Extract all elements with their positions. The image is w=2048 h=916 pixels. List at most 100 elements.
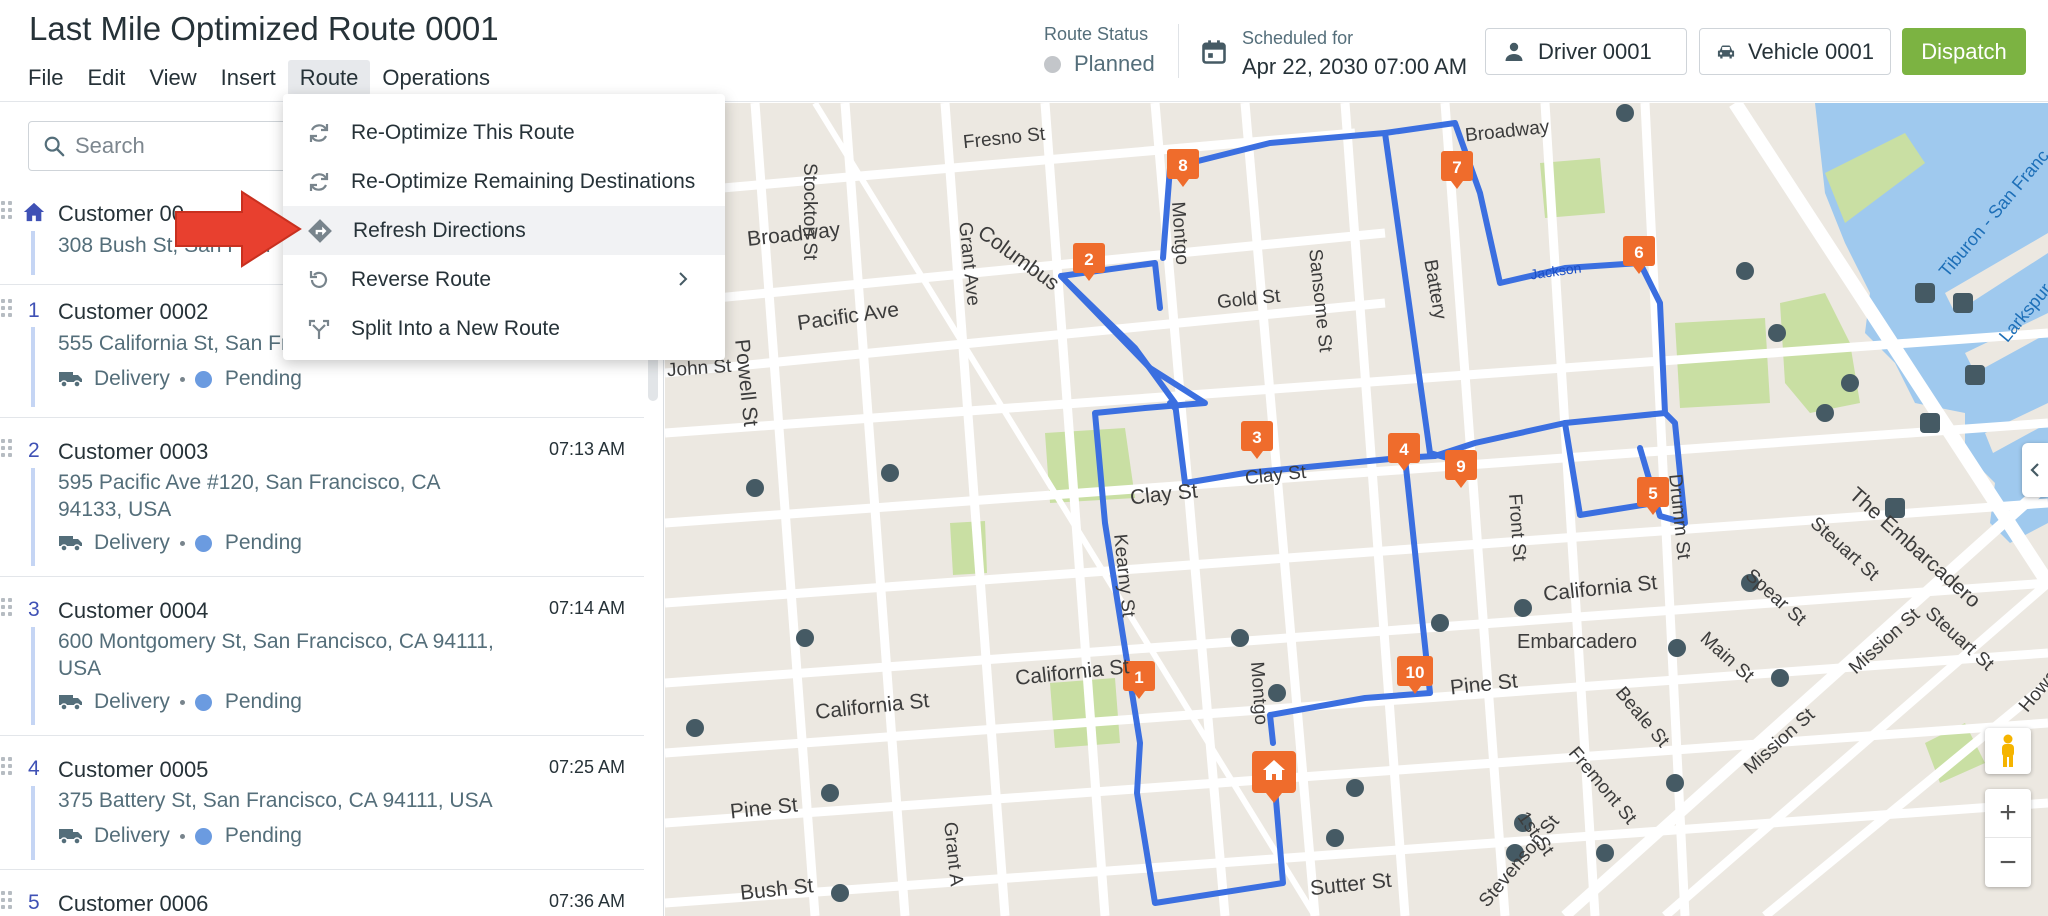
menu-insert[interactable]: Insert xyxy=(209,60,288,96)
svg-text:6: 6 xyxy=(1634,243,1643,262)
eta-time: 07:13 AM xyxy=(548,439,625,459)
customer-name: Customer 0004 xyxy=(58,598,209,623)
scheduled-label: Scheduled for xyxy=(1242,28,1354,48)
menu-item-reoptimize-route[interactable]: Re-Optimize This Route xyxy=(283,108,725,157)
stop-marker-7: 7 xyxy=(1441,151,1473,189)
driver-button[interactable]: Driver 0001 xyxy=(1485,28,1687,75)
customer-name: Customer 0002 xyxy=(58,299,209,324)
vehicle-label: Vehicle 0001 xyxy=(1748,38,1874,64)
dispatch-button[interactable]: Dispatch xyxy=(1902,28,2026,75)
chevron-left-icon xyxy=(2030,463,2039,477)
scheduled-value: Apr 22, 2030 07:00 AM xyxy=(1242,54,1468,79)
separator-dot xyxy=(179,699,185,705)
stop-marker-3: 3 xyxy=(1241,421,1273,459)
pending-status-icon xyxy=(194,693,212,711)
drag-handle-icon[interactable] xyxy=(1,891,15,911)
header-divider xyxy=(1178,24,1179,78)
route-status-value: Planned xyxy=(1044,51,1155,77)
pending-status-icon xyxy=(194,534,212,552)
route-status-text: Planned xyxy=(1074,51,1155,76)
street-label: Embarcadero xyxy=(1517,631,1638,653)
route-menu-dropdown: Re-Optimize This Route Re-Optimize Remai… xyxy=(283,94,725,360)
stop-meta: Delivery Pending xyxy=(58,824,302,848)
list-item[interactable]: 3 Customer 0004 07:14 AM 600 Montgomery … xyxy=(0,577,644,736)
vehicle-button[interactable]: Vehicle 0001 xyxy=(1699,28,1891,75)
menu-bar: File Edit View Insert Route Operations xyxy=(16,60,502,96)
app-header: Last Mile Optimized Route 0001 File Edit… xyxy=(0,0,2048,102)
route-status-label: Route Status xyxy=(1044,24,1149,44)
pegman-icon xyxy=(2002,734,2014,767)
map-canvas[interactable]: 1 2 3 4 5 6 7 8 9 10 xyxy=(665,103,2048,916)
drag-handle-icon[interactable] xyxy=(1,439,15,459)
sequence-number: 5 xyxy=(28,891,40,914)
menu-edit[interactable]: Edit xyxy=(75,60,137,96)
chevron-right-icon xyxy=(679,272,688,286)
customer-name: Customer 0006 xyxy=(58,891,209,916)
sequence-line xyxy=(31,468,35,566)
sequence-line xyxy=(31,327,35,407)
person-icon xyxy=(1505,42,1523,61)
menu-item-label: Split Into a New Route xyxy=(351,316,560,340)
driver-label: Driver 0001 xyxy=(1538,38,1652,64)
customer-name: Customer 0005 xyxy=(58,757,209,782)
svg-text:10: 10 xyxy=(1406,663,1425,682)
svg-text:2: 2 xyxy=(1084,250,1093,269)
list-item[interactable]: 4 Customer 0005 07:25 AM 375 Battery St,… xyxy=(0,736,644,870)
zoom-in-button[interactable]: + xyxy=(1985,789,2031,838)
home-icon xyxy=(23,202,45,222)
route-status: Route Status Planned xyxy=(1044,24,1155,77)
street-label: Front St xyxy=(1504,493,1530,562)
menu-item-label: Re-Optimize Remaining Destinations xyxy=(351,169,696,193)
search-field[interactable] xyxy=(28,121,298,171)
menu-file[interactable]: File xyxy=(16,60,75,96)
status-dot-icon xyxy=(1044,55,1061,73)
svg-text:1: 1 xyxy=(1134,668,1143,687)
menu-item-split-route[interactable]: Split Into a New Route xyxy=(283,304,725,353)
menu-route[interactable]: Route xyxy=(287,60,371,96)
menu-item-reoptimize-remaining[interactable]: Re-Optimize Remaining Destinations xyxy=(283,157,725,206)
sequence-number: 2 xyxy=(28,439,40,462)
menu-item-refresh-directions[interactable]: Refresh Directions xyxy=(283,206,725,255)
drag-handle-icon[interactable] xyxy=(1,201,15,221)
svg-text:4: 4 xyxy=(1399,440,1409,459)
drag-handle-icon[interactable] xyxy=(1,299,15,319)
search-icon xyxy=(44,136,65,157)
stop-meta: Delivery Pending xyxy=(58,367,302,391)
route-map[interactable]: 1 2 3 4 5 6 7 8 9 10 Stockton St Fresno … xyxy=(665,103,2048,916)
customer-name: Customer 0003 xyxy=(58,439,209,464)
street-label: Montgo xyxy=(1246,661,1272,726)
sequence-number: 4 xyxy=(28,757,40,780)
drag-handle-icon[interactable] xyxy=(1,757,15,777)
drag-handle-icon[interactable] xyxy=(1,598,15,618)
pending-status-icon xyxy=(194,370,212,388)
search-input[interactable] xyxy=(75,133,275,159)
undo-icon xyxy=(309,270,328,288)
zoom-out-button[interactable]: − xyxy=(1985,838,2031,887)
sequence-number: 3 xyxy=(28,598,40,621)
separator-dot xyxy=(179,540,185,546)
eta-time: 07:36 AM xyxy=(548,891,625,911)
list-item[interactable]: 2 Customer 0003 07:13 AM 595 Pacific Ave… xyxy=(0,418,644,577)
schedule-info[interactable]: Scheduled for Apr 22, 2030 07:00 AM xyxy=(1200,28,1467,80)
truck-icon xyxy=(59,829,82,845)
truck-icon xyxy=(59,372,82,388)
sequence-number: 1 xyxy=(28,299,40,322)
directions-icon xyxy=(308,218,332,243)
menu-item-reverse-route[interactable]: Reverse Route xyxy=(283,255,725,304)
menu-operations[interactable]: Operations xyxy=(370,60,502,96)
stop-meta: Delivery Pending xyxy=(58,690,302,714)
street-view-pegman[interactable] xyxy=(1985,728,2031,774)
separator-dot xyxy=(179,376,185,382)
stop-status: Pending xyxy=(224,824,302,847)
stop-status: Pending xyxy=(224,531,302,554)
stop-type: Delivery xyxy=(94,367,170,390)
menu-view[interactable]: View xyxy=(137,60,208,96)
eta-time: 07:25 AM xyxy=(548,757,625,777)
street-label: Montgo xyxy=(1167,201,1193,266)
calendar-icon xyxy=(1202,40,1226,64)
refresh-icon xyxy=(309,172,329,191)
list-item[interactable]: 5 Customer 0006 07:36 AM xyxy=(0,870,644,916)
zoom-control: + − xyxy=(1985,789,2031,887)
stop-type: Delivery xyxy=(94,531,170,554)
collapse-panel-button[interactable] xyxy=(2022,443,2048,497)
